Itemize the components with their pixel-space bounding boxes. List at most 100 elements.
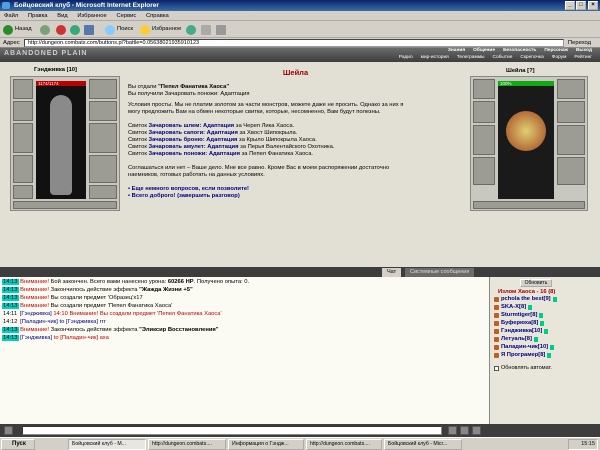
forward-button[interactable] — [40, 23, 50, 36]
choice-more-questions[interactable]: • Еще немного вопросов, если позволите! — [128, 186, 249, 193]
chat-menu-icon[interactable] — [4, 426, 13, 435]
user-item[interactable]: Я Програмер[8] — [494, 352, 552, 359]
info-icon — [540, 321, 545, 326]
task-button[interactable]: http://dungeon.combats.... — [148, 439, 226, 450]
smile-icon[interactable] — [460, 426, 469, 435]
address-label: Адрес — [3, 40, 20, 46]
npc-armor-slot — [473, 157, 495, 185]
history-button[interactable] — [186, 23, 196, 36]
task-button[interactable]: Бойцовский клуб - Micr... — [384, 439, 462, 450]
nav-telegrams[interactable]: Телеграммы — [453, 55, 489, 61]
chat-nick[interactable]: [Гэндживка] — [20, 335, 52, 341]
send-icon[interactable] — [448, 426, 457, 435]
auto-refresh-toggle[interactable]: Обновлять автомат. — [494, 365, 552, 371]
user-item[interactable]: Летуаль[8] — [494, 336, 538, 343]
nav-forum[interactable]: Форум — [548, 55, 571, 61]
room-name: Излом Хаоса - 16 (8) — [498, 289, 556, 295]
task-button[interactable]: http://dungeon.combats.... — [306, 439, 382, 450]
chat-input[interactable] — [22, 426, 442, 435]
close-button[interactable]: × — [588, 1, 598, 10]
user-item[interactable]: Гэндживка[10] — [494, 328, 549, 335]
offer-armor-link[interactable]: Зачаровать броню: Адаптация — [148, 137, 237, 143]
player-paperdoll: 1174/1174 — [36, 81, 86, 199]
refresh-users-button[interactable]: Обновить — [520, 279, 552, 287]
print-button[interactable] — [216, 23, 226, 36]
shield-slot[interactable] — [89, 123, 117, 153]
nav-event[interactable]: Событие — [488, 55, 516, 61]
player-name[interactable]: Гэндживка [10] — [34, 67, 77, 73]
chat-input-bar — [0, 424, 600, 437]
player-silhouette — [50, 95, 72, 195]
task-button[interactable]: Бойцовский клуб - M... — [68, 439, 146, 450]
clan-icon — [494, 321, 499, 326]
nav-exit[interactable]: Выход — [572, 48, 596, 54]
user-item[interactable]: Sturmtiger[8] — [494, 312, 544, 319]
home-button[interactable] — [84, 23, 94, 36]
menu-view[interactable]: Вид — [53, 11, 72, 21]
belt-slot[interactable] — [13, 185, 33, 199]
minimize-button[interactable]: _ — [565, 1, 575, 10]
choice-end-conversation[interactable]: • Всего доброго! (завершить разговор) — [128, 193, 240, 200]
maximize-button[interactable]: □ — [576, 1, 586, 10]
task-button[interactable]: Информация о Гэндж... — [228, 439, 304, 450]
nav-history[interactable]: мир-история — [417, 55, 453, 61]
checkbox[interactable] — [494, 365, 499, 371]
offer-boots: Свиток Зачаровать сапоги: Адаптация за Х… — [128, 130, 298, 136]
chat-line: 14:12 [Паладин-чик] to [Гэндживка] ггг — [3, 319, 106, 325]
offer-amulet: Свиток Зачаровать амулет: Адаптация за П… — [128, 144, 335, 150]
search-button[interactable]: Поиск — [105, 23, 133, 36]
back-button[interactable]: Назад — [3, 23, 32, 36]
offer-boots-link[interactable]: Зачаровать сапоги: Адаптация — [148, 130, 237, 136]
tab-system-messages[interactable]: Системные сообщения — [405, 268, 475, 277]
user-item[interactable]: Буферюха[8] — [494, 320, 545, 327]
menu-bar: Файл Правка Вид Избранное Сервис Справка — [0, 11, 600, 21]
helmet-slot[interactable] — [13, 79, 33, 99]
weapon-slot[interactable] — [13, 123, 33, 153]
mail-button[interactable] — [201, 23, 211, 36]
npc-hp-text: 100% — [500, 81, 512, 86]
tab-chat[interactable]: Чат — [382, 268, 402, 277]
user-item[interactable]: Паладин-чик[10] — [494, 344, 555, 351]
clan-icon — [494, 313, 499, 318]
go-button[interactable]: Переход — [568, 39, 591, 47]
nav-clip[interactable]: Скрепочка — [516, 55, 547, 61]
nav-security[interactable]: Безопасность — [499, 48, 540, 54]
favorites-button[interactable]: Избранное — [140, 23, 181, 36]
user-item[interactable]: pchola the best[9] — [494, 296, 557, 303]
menu-help[interactable]: Справка — [142, 11, 173, 21]
address-input[interactable]: http://dungeon.combats.com/buttons.pl?ba… — [24, 39, 564, 47]
start-button[interactable]: Пуск — [1, 439, 35, 450]
armor-slot[interactable] — [13, 155, 33, 183]
address-bar: Адрес http://dungeon.combats.com/buttons… — [0, 38, 600, 48]
menu-edit[interactable]: Правка — [24, 11, 52, 21]
nav-rating[interactable]: Рейтинг — [570, 55, 596, 61]
refresh-button[interactable] — [70, 23, 80, 36]
back-arrow-icon — [3, 24, 13, 35]
stop-button[interactable] — [56, 23, 66, 36]
nav-communication[interactable]: Общение — [469, 48, 499, 54]
amulet-slot[interactable] — [13, 101, 33, 121]
boots-slot[interactable] — [89, 185, 117, 199]
nav-knowledge[interactable]: Знания — [444, 48, 469, 54]
chat-nick[interactable]: [Гэндживка] — [20, 311, 52, 317]
offer-amulet-link[interactable]: Зачаровать амулет: Адаптация — [148, 144, 238, 150]
offer-helmet-link[interactable]: Зачаровать шлем: Адаптация — [148, 123, 234, 129]
gloves-slot[interactable] — [89, 101, 117, 121]
user-item[interactable]: SKA-X[8] — [494, 304, 533, 311]
menu-tools[interactable]: Сервис — [112, 11, 140, 21]
menu-file[interactable]: Файл — [0, 11, 22, 21]
nav-radio[interactable]: Радио — [395, 55, 417, 61]
outro-line-1: Соглашаться или нет – Ваше дело. Мне все… — [128, 165, 390, 171]
leggings-slot[interactable] — [89, 155, 117, 183]
ring-slots[interactable] — [13, 201, 117, 209]
menu-favorites[interactable]: Избранное — [73, 11, 110, 21]
offer-leggings-link[interactable]: Зачаровать поножи: Адаптация — [148, 151, 240, 157]
intro-line-2: могу предложить Вам на обмен некоторые с… — [128, 109, 381, 115]
chat-nick[interactable]: [Паладин-чик] — [20, 319, 58, 325]
npc-name[interactable]: Шейла [?] — [506, 68, 535, 74]
clear-icon[interactable] — [472, 426, 481, 435]
clan-icon — [494, 353, 499, 358]
game-header: ABANDONED PLAIN Знания Общение Безопасно… — [0, 48, 600, 62]
earring-slot[interactable] — [89, 79, 117, 99]
nav-character[interactable]: Персонаж — [540, 48, 572, 54]
